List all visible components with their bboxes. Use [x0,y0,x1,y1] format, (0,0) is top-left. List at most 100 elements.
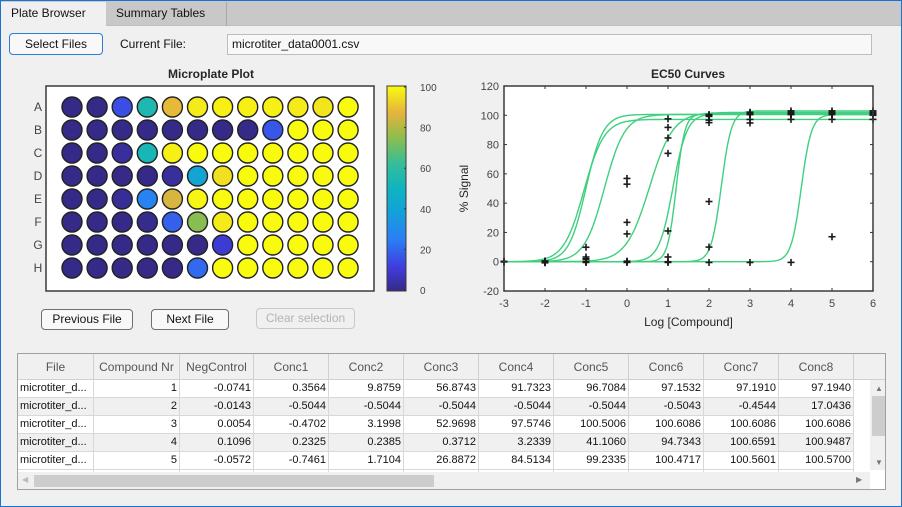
well[interactable] [262,257,284,279]
table-cell[interactable]: 0.3712 [404,434,479,452]
well[interactable] [136,211,159,233]
table-row[interactable]: microtiter_d... 3 0.0054 -0.4702 3.1998 52.96… [18,416,854,434]
well[interactable] [161,142,184,164]
table-cell[interactable]: -0.5044 [479,398,554,416]
column-header[interactable]: NegControl [180,354,254,380]
table-cell[interactable]: -0.0741 [180,380,254,398]
well[interactable] [262,165,284,187]
table-row[interactable]: microtiter_d... 4 0.1096 0.2325 0.2385 0.3712… [18,434,854,452]
table-cell[interactable]: -0.4702 [254,416,329,434]
table-row[interactable]: microtiter_d... 5 -0.0572 -0.7461 1.7104 26.8… [18,452,854,470]
well[interactable] [86,96,108,118]
well[interactable] [161,257,184,279]
well[interactable] [111,165,133,187]
column-header[interactable]: File [18,354,94,380]
well[interactable] [111,234,133,256]
table-cell[interactable]: 5 [94,452,180,470]
table-cell[interactable]: -0.5044 [554,398,629,416]
previous-file-button[interactable]: Previous File [41,309,133,330]
well[interactable] [236,188,259,210]
well[interactable] [61,142,83,164]
table-cell[interactable]: -0.5043 [629,398,704,416]
table-cell[interactable]: 99.2335 [554,452,629,470]
well[interactable] [337,96,359,118]
well[interactable] [136,257,159,279]
table-cell[interactable]: microtiter_d... [18,416,94,434]
well[interactable] [186,165,209,187]
well[interactable] [312,142,334,164]
column-header[interactable]: Conc2 [329,354,404,380]
table-cell[interactable]: 0.1096 [180,434,254,452]
table-cell[interactable]: 100.6086 [629,416,704,434]
well[interactable] [287,119,309,141]
well[interactable] [186,119,209,141]
table-cell[interactable]: 94.7343 [629,434,704,452]
well[interactable] [211,142,234,164]
column-header[interactable]: Conc4 [479,354,554,380]
table-cell[interactable]: microtiter_d... [18,380,94,398]
next-file-button[interactable]: Next File [151,309,229,330]
table-cell[interactable]: 100.5700 [779,452,854,470]
well[interactable] [211,257,234,279]
well[interactable] [61,119,83,141]
well[interactable] [337,257,359,279]
well[interactable] [236,165,259,187]
well[interactable] [111,211,133,233]
column-header[interactable]: Compound Nr [94,354,180,380]
well[interactable] [161,165,184,187]
well[interactable] [337,142,359,164]
scroll-right-icon[interactable]: ▶ [856,475,862,484]
table-cell[interactable]: 100.6086 [779,416,854,434]
table-cell[interactable]: 0.0054 [180,416,254,434]
well[interactable] [111,188,133,210]
table-cell[interactable]: 97.1532 [629,380,704,398]
well[interactable] [211,211,234,233]
well[interactable] [211,96,234,118]
select-files-button[interactable]: Select Files [9,33,103,55]
well[interactable] [236,211,259,233]
table-cell[interactable]: 0.2325 [254,434,329,452]
well[interactable] [86,142,108,164]
well[interactable] [236,257,259,279]
table-cell[interactable]: 52.9698 [404,416,479,434]
well[interactable] [236,142,259,164]
well[interactable] [262,142,284,164]
well[interactable] [61,96,83,118]
table-cell[interactable]: 0.3564 [254,380,329,398]
table-cell[interactable]: -0.0572 [180,452,254,470]
well[interactable] [86,234,108,256]
table-cell[interactable]: 100.9487 [779,434,854,452]
table-cell[interactable]: 17.0436 [779,398,854,416]
well[interactable] [337,211,359,233]
table-cell[interactable]: 100.6086 [704,416,779,434]
tab-plate-browser[interactable]: Plate Browser [1,2,106,27]
well[interactable] [211,234,234,256]
scroll-left-icon[interactable]: ◀ [22,475,28,484]
table-cell[interactable]: 2 [94,398,180,416]
table-cell[interactable]: 97.1940 [779,380,854,398]
scroll-down-icon[interactable]: ▼ [875,458,883,467]
well[interactable] [186,234,209,256]
clear-selection-button[interactable]: Clear selection [256,308,355,329]
table-cell[interactable]: 3.2339 [479,434,554,452]
well[interactable] [161,211,184,233]
table-cell[interactable]: 100.4717 [629,452,704,470]
well[interactable] [236,234,259,256]
well[interactable] [287,96,309,118]
well[interactable] [262,234,284,256]
vertical-scroll-thumb[interactable] [872,396,885,436]
well[interactable] [136,142,159,164]
tab-summary-tables[interactable]: Summary Tables [106,2,227,26]
well[interactable] [287,257,309,279]
column-header[interactable]: Conc6 [629,354,704,380]
well[interactable] [262,96,284,118]
well[interactable] [287,165,309,187]
well[interactable] [161,96,184,118]
table-cell[interactable]: -0.4544 [704,398,779,416]
table-cell[interactable]: -0.5044 [404,398,479,416]
well[interactable] [337,188,359,210]
table-cell[interactable]: 9.8759 [329,380,404,398]
well[interactable] [136,165,159,187]
well[interactable] [337,234,359,256]
well[interactable] [211,165,234,187]
